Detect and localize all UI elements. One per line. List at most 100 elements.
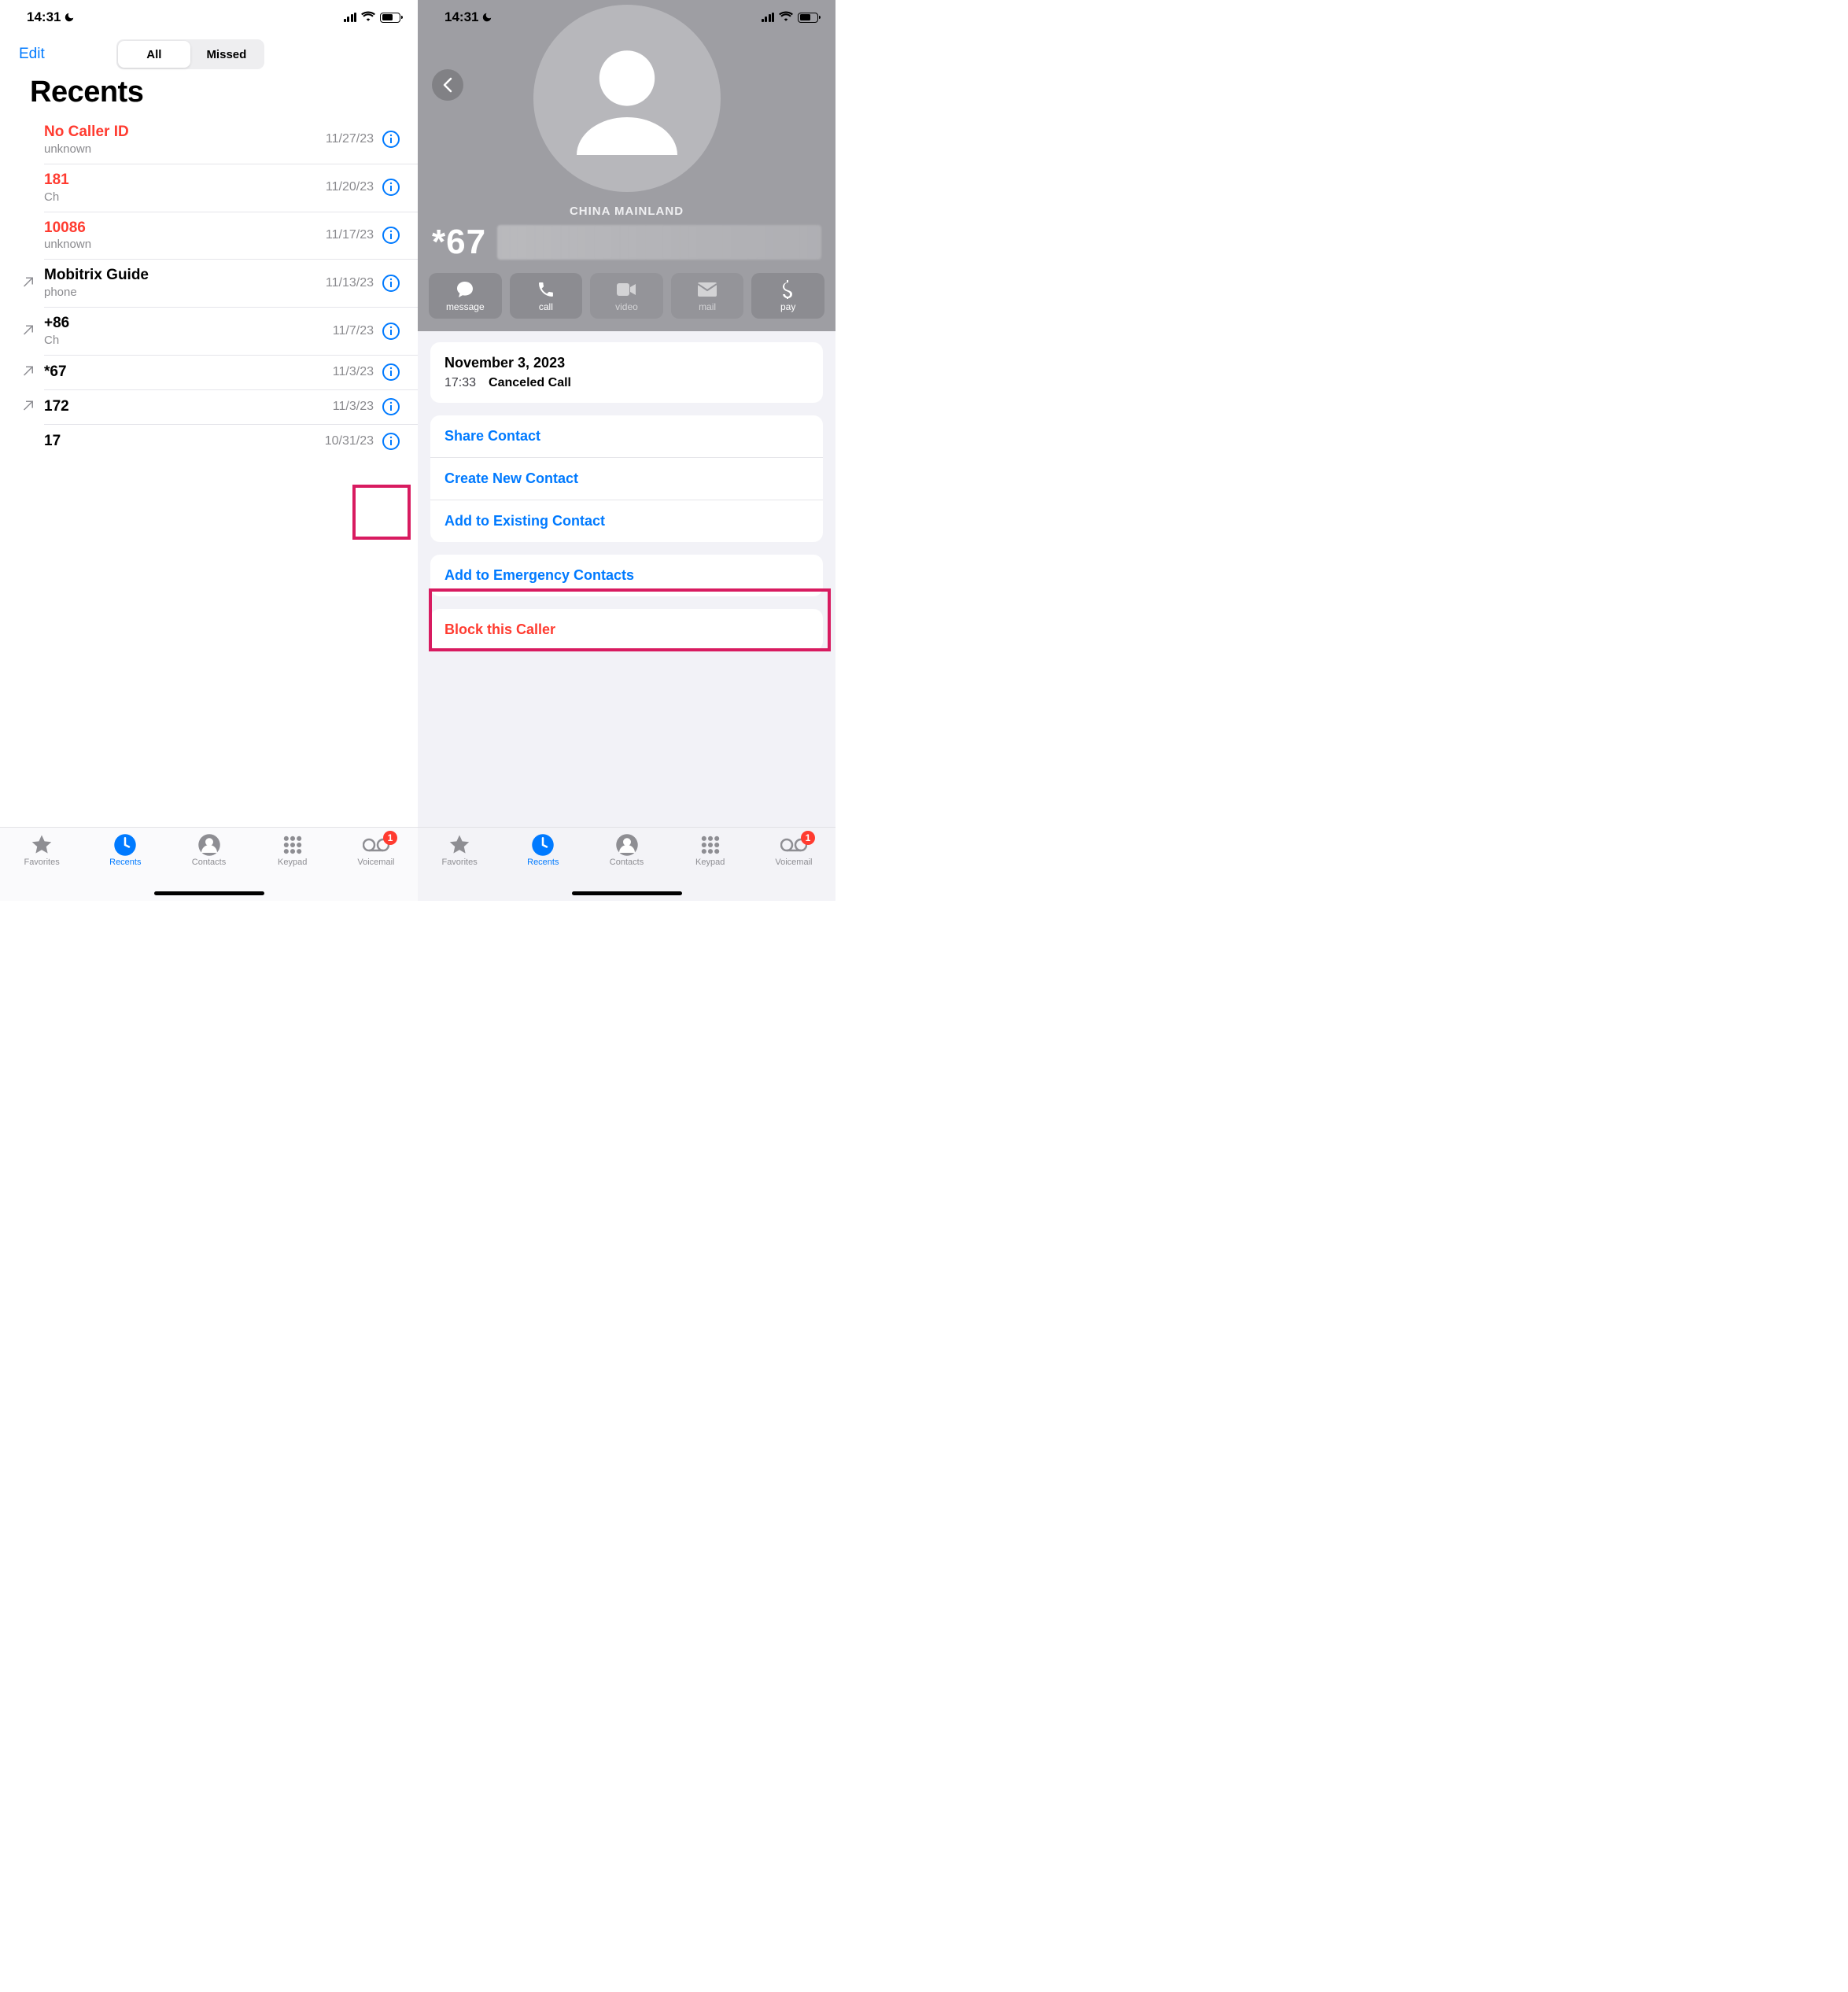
info-button[interactable] [382,178,400,197]
tab-favorites[interactable]: Favorites [0,834,83,901]
voicemail-icon: 1 [780,834,807,856]
battery-icon [798,13,818,23]
info-button[interactable] [382,363,400,382]
outgoing-call-icon [20,275,36,291]
segment-missed[interactable]: Missed [190,41,263,68]
call-icon [537,281,555,298]
cellular-signal-icon [762,13,775,22]
call-date: 11/3/23 [333,400,374,414]
cellular-signal-icon [344,13,357,22]
share-contact-button[interactable]: Share Contact [430,415,823,457]
block-this-caller-button[interactable]: Block this Caller [430,609,823,651]
video-icon [616,281,636,298]
do-not-disturb-icon [64,12,75,23]
log-time: 17:33 [444,376,476,390]
call-date: 11/13/23 [326,276,374,290]
create-new-contact-button[interactable]: Create New Contact [430,457,823,500]
segmented-control[interactable]: All Missed [116,39,264,69]
page-title: Recents [0,76,418,116]
info-button[interactable] [382,322,400,341]
caller-name: +86 [44,315,333,333]
message-icon [455,281,475,298]
voicemail-badge: 1 [383,831,397,845]
contact-actions-card: Share Contact Create New Contact Add to … [430,415,823,542]
call-date: 11/27/23 [326,132,374,146]
contact-hero: 14:31 CHINA MAINLAN [418,0,835,331]
log-date: November 3, 2023 [430,342,823,374]
caller-name: 10086 [44,219,326,238]
call-date: 11/7/23 [333,324,374,338]
status-time: 14:31 [27,9,61,25]
info-button[interactable] [382,432,400,451]
caller-sub: Ch [44,190,326,204]
tab-favorites[interactable]: Favorites [418,834,501,901]
recent-row[interactable]: No Caller IDunknown11/27/23 [0,116,418,164]
recent-row[interactable]: 10086unknown11/17/23 [0,212,418,260]
keypad-icon [282,834,304,856]
recent-row[interactable]: *6711/3/23 [0,355,418,389]
info-button[interactable] [382,130,400,149]
info-button[interactable] [382,274,400,293]
home-indicator [572,891,682,895]
tab-voicemail[interactable]: 1 Voicemail [334,834,418,901]
keypad-icon [699,834,721,856]
back-button[interactable] [432,69,463,101]
recent-row[interactable]: 1710/31/23 [0,424,418,459]
action-call-button[interactable]: call [510,273,583,319]
action-mail-button: mail [671,273,744,319]
tab-keypad[interactable]: Keypad [251,834,334,901]
voicemail-icon: 1 [363,834,389,856]
caller-sub: unknown [44,142,326,156]
add-to-emergency-contacts-button[interactable]: Add to Emergency Contacts [430,555,823,596]
recent-row[interactable]: 17211/3/23 [0,389,418,424]
screen-contact-detail: 14:31 CHINA MAINLAN [418,0,835,901]
info-button[interactable] [382,397,400,416]
caller-sub: Ch [44,334,333,347]
wifi-icon [779,10,793,25]
add-to-existing-contact-button[interactable]: Add to Existing Contact [430,500,823,542]
status-time: 14:31 [444,9,478,25]
action-video-button: video [590,273,663,319]
caller-sub: phone [44,286,326,299]
tab-bar: Favorites Recents Contacts Keypad [0,827,418,901]
caller-name: 172 [44,398,333,416]
recent-row[interactable]: 181Ch11/20/23 [0,164,418,212]
action-label: video [615,301,638,312]
person-icon [615,834,639,856]
tab-voicemail[interactable]: 1 Voicemail [752,834,835,901]
action-pay-button[interactable]: pay [751,273,824,319]
status-bar: 14:31 [0,0,418,35]
edit-button[interactable]: Edit [19,46,45,63]
contact-number: *67 [418,223,835,262]
action-label: call [539,301,553,312]
star-icon [448,834,471,856]
recent-row[interactable]: Mobitrix Guidephone11/13/23 [0,259,418,307]
info-button[interactable] [382,226,400,245]
action-label: mail [699,301,716,312]
recent-row[interactable]: +86Ch11/7/23 [0,307,418,355]
block-card: Block this Caller [430,609,823,651]
outgoing-call-icon [20,323,36,339]
action-label: pay [780,301,795,312]
caller-name: 181 [44,172,326,190]
contact-avatar [533,5,721,192]
star-icon [30,834,53,856]
do-not-disturb-icon [481,12,492,23]
contact-region: CHINA MAINLAND [418,205,835,218]
mail-icon [697,281,717,298]
tab-keypad[interactable]: Keypad [669,834,752,901]
call-date: 11/3/23 [333,365,374,379]
tab-bar: Favorites Recents Contacts Keypad [418,827,835,901]
call-date: 10/31/23 [325,434,374,448]
clock-icon [531,834,555,856]
action-message-button[interactable]: message [429,273,502,319]
clock-icon [113,834,137,856]
call-date: 11/17/23 [326,228,374,242]
caller-sub: unknown [44,238,326,251]
segment-all[interactable]: All [118,41,190,68]
battery-icon [380,13,400,23]
action-label: message [446,301,485,312]
outgoing-call-icon [20,399,36,415]
number-redacted [497,225,821,260]
voicemail-badge: 1 [801,831,815,845]
